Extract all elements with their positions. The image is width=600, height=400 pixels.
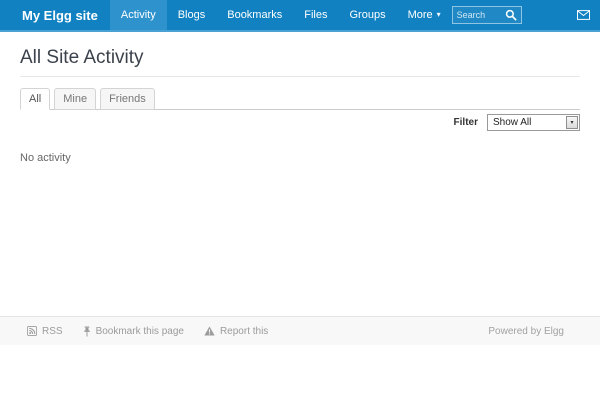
tab-mine[interactable]: Mine	[54, 88, 96, 110]
topbar-right: Account ▾	[452, 0, 600, 30]
footer: RSS Bookmark this page Report this Power…	[0, 316, 600, 345]
tab-all[interactable]: All	[20, 88, 50, 110]
filter-label: Filter	[454, 117, 478, 128]
rss-link[interactable]: RSS	[27, 326, 63, 337]
nav-item-label: Files	[304, 9, 327, 21]
report-this-link[interactable]: Report this	[204, 326, 268, 337]
nav-item-label: More	[408, 9, 433, 21]
site-name-link[interactable]: My Elgg site	[22, 0, 98, 30]
nav-item-groups[interactable]: Groups	[339, 0, 397, 30]
select-dropdown-button[interactable]: ▾	[566, 116, 578, 129]
warning-icon	[204, 326, 215, 336]
pushpin-icon	[83, 326, 91, 337]
rss-label: RSS	[42, 326, 63, 337]
report-this-label: Report this	[220, 326, 268, 337]
chevron-down-icon: ▾	[570, 120, 573, 126]
topbar: My Elgg site Activity Blogs Bookmarks Fi…	[0, 0, 600, 32]
nav-item-label: Bookmarks	[227, 9, 282, 21]
tab-friends[interactable]: Friends	[100, 88, 155, 110]
main-content: All Site Activity All Mine Friends Filte…	[0, 47, 600, 164]
nav-item-bookmarks[interactable]: Bookmarks	[216, 0, 293, 30]
tabs: All Mine Friends	[20, 88, 580, 110]
search-input[interactable]	[457, 10, 505, 20]
search-icon[interactable]	[505, 9, 517, 21]
filter-select-value: Show All	[488, 117, 566, 128]
nav-item-activity[interactable]: Activity	[110, 0, 167, 30]
messages-icon[interactable]	[577, 10, 590, 20]
bookmark-page-label: Bookmark this page	[96, 326, 184, 337]
chevron-down-icon: ▾	[437, 11, 441, 19]
empty-activity-message: No activity	[20, 152, 580, 164]
filter-select[interactable]: Show All ▾	[487, 114, 580, 131]
rss-icon	[27, 326, 37, 336]
page-title: All Site Activity	[20, 47, 580, 77]
filter-row: Filter Show All ▾	[20, 114, 580, 131]
nav-item-more[interactable]: More ▾	[397, 0, 452, 30]
bookmark-page-link[interactable]: Bookmark this page	[83, 326, 184, 337]
nav-item-label: Activity	[121, 9, 156, 21]
search-box	[452, 6, 522, 24]
powered-by-elgg-link[interactable]: Powered by Elgg	[488, 326, 564, 337]
nav-item-label: Blogs	[178, 9, 206, 21]
nav-item-files[interactable]: Files	[293, 0, 338, 30]
nav-item-label: Groups	[350, 9, 386, 21]
nav-item-blogs[interactable]: Blogs	[167, 0, 217, 30]
